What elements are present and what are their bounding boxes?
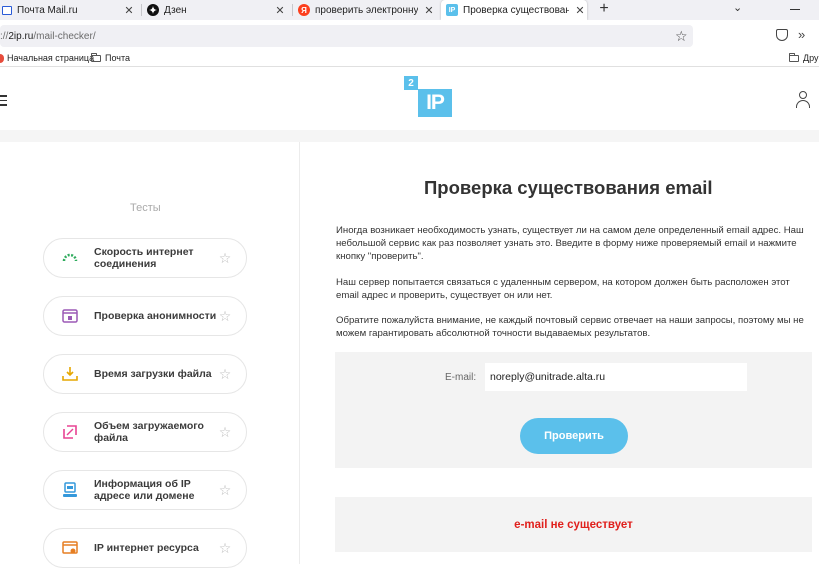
check-button[interactable]: Проверить bbox=[520, 418, 628, 454]
close-icon[interactable]: ✕ bbox=[422, 4, 436, 17]
sidebar-item-label: Объем загружаемого файла bbox=[94, 420, 204, 444]
sidebar-item-label: IP интернет ресурса bbox=[94, 542, 199, 554]
favorite-star-icon[interactable]: ☆ bbox=[218, 482, 232, 499]
home-page-icon bbox=[0, 53, 4, 63]
close-icon[interactable]: ✕ bbox=[122, 4, 136, 17]
email-field[interactable] bbox=[485, 363, 747, 391]
download-tray-icon bbox=[62, 366, 78, 382]
bookmark-star-icon[interactable]: ☆ bbox=[675, 28, 688, 45]
sidebar-item-file-size[interactable]: Объем загружаемого файла ☆ bbox=[43, 412, 247, 452]
site-logo[interactable]: 2 IP bbox=[404, 76, 452, 118]
bookmark-label: Начальная страница bbox=[7, 53, 95, 63]
tab-separator bbox=[292, 4, 293, 16]
sidebar-item-speed-test[interactable]: Скорость интернет соединения ☆ bbox=[43, 238, 247, 278]
minimize-icon[interactable] bbox=[790, 9, 800, 10]
favorite-star-icon[interactable]: ☆ bbox=[218, 308, 232, 325]
tab-title: Дзен bbox=[164, 4, 187, 16]
tab-2ip-mail-checker[interactable]: IP Проверка существования em ✕ bbox=[441, 0, 587, 20]
sidebar-item-label: Скорость интернет соединения bbox=[94, 246, 194, 270]
chevron-down-icon[interactable]: ⌄ bbox=[733, 1, 742, 14]
pocket-icon[interactable] bbox=[776, 29, 788, 41]
tab-mail-ru[interactable]: Почта Mail.ru ✕ bbox=[0, 0, 136, 20]
favorite-star-icon[interactable]: ☆ bbox=[218, 250, 232, 267]
page-title: Проверка существования email bbox=[424, 177, 713, 198]
sidebar-item-label: Время загрузки файла bbox=[94, 368, 212, 380]
dzen-icon bbox=[147, 4, 159, 16]
overflow-menu-icon[interactable]: » bbox=[798, 27, 805, 42]
mail-ru-icon bbox=[2, 5, 12, 15]
result-panel: e-mail не существует bbox=[335, 497, 812, 552]
tab-title: проверить электронную почт bbox=[315, 4, 418, 16]
yandex-icon: Я bbox=[298, 4, 310, 16]
bookmarks-bar: Начальная страница Почта Друг bbox=[0, 50, 819, 67]
user-account-icon[interactable] bbox=[796, 91, 810, 109]
sidebar-item-label: Информация об IP адресе или домене bbox=[94, 478, 195, 502]
resource-ip-icon bbox=[62, 540, 78, 556]
url-scheme: :// bbox=[0, 30, 9, 42]
logo-small: 2 bbox=[404, 76, 418, 90]
bookmark-pochta[interactable]: Почта bbox=[91, 52, 130, 63]
intro-paragraph: Иногда возникает необходимость узнать, с… bbox=[336, 225, 804, 262]
new-tab-button[interactable]: + bbox=[596, 0, 612, 20]
url-path: /mail-checker/ bbox=[33, 30, 96, 42]
tab-bar: Почта Mail.ru ✕ Дзен ✕ Я проверить элект… bbox=[0, 0, 819, 20]
close-icon[interactable]: ✕ bbox=[273, 4, 287, 17]
speedometer-icon bbox=[62, 250, 78, 266]
bookmark-label: Друг bbox=[803, 53, 819, 63]
file-size-icon bbox=[62, 424, 78, 440]
sidebar-item-anonymity[interactable]: Проверка анонимности ☆ bbox=[43, 296, 247, 336]
logo-big: IP bbox=[418, 89, 452, 117]
tab-dzen[interactable]: Дзен ✕ bbox=[147, 0, 287, 20]
header-divider bbox=[0, 130, 819, 142]
favorite-star-icon[interactable]: ☆ bbox=[218, 424, 232, 441]
result-message: e-mail не существует bbox=[514, 518, 633, 531]
folder-icon bbox=[789, 52, 799, 62]
email-label: E-mail: bbox=[445, 372, 477, 383]
folder-icon bbox=[91, 52, 101, 62]
tab-title: Проверка существования em bbox=[463, 4, 569, 16]
sidebar-item-label: Проверка анонимности bbox=[94, 310, 217, 322]
2ip-icon: IP bbox=[446, 4, 458, 16]
url-host: 2ip.ru bbox=[8, 30, 34, 42]
ip-info-icon bbox=[62, 482, 78, 498]
bookmark-label: Почта bbox=[105, 53, 130, 63]
bookmark-home[interactable]: Начальная страница bbox=[0, 53, 94, 63]
address-bar[interactable]: :// 2ip.ru /mail-checker/ bbox=[0, 25, 693, 47]
anonymity-window-icon bbox=[62, 308, 78, 324]
tab-title: Почта Mail.ru bbox=[17, 4, 78, 16]
sidebar-heading: Тесты bbox=[130, 202, 161, 214]
close-icon[interactable]: ✕ bbox=[573, 4, 587, 17]
favorite-star-icon[interactable]: ☆ bbox=[218, 540, 232, 557]
tab-yandex-search[interactable]: Я проверить электронную почт ✕ bbox=[298, 0, 436, 20]
favorite-star-icon[interactable]: ☆ bbox=[218, 366, 232, 383]
hamburger-menu-icon[interactable] bbox=[0, 95, 7, 106]
notice-paragraph: Обратите пожалуйста внимание, не каждый … bbox=[336, 315, 804, 339]
sidebar-item-ip-info[interactable]: Информация об IP адресе или домене ☆ bbox=[43, 470, 247, 510]
tab-separator bbox=[141, 4, 142, 16]
sidebar-item-download-time[interactable]: Время загрузки файла ☆ bbox=[43, 354, 247, 394]
server-paragraph: Наш сервер попытается связаться с удален… bbox=[336, 277, 790, 301]
bookmark-other[interactable]: Друг bbox=[789, 52, 819, 63]
sidebar-item-resource-ip[interactable]: IP интернет ресурса ☆ bbox=[43, 528, 247, 568]
